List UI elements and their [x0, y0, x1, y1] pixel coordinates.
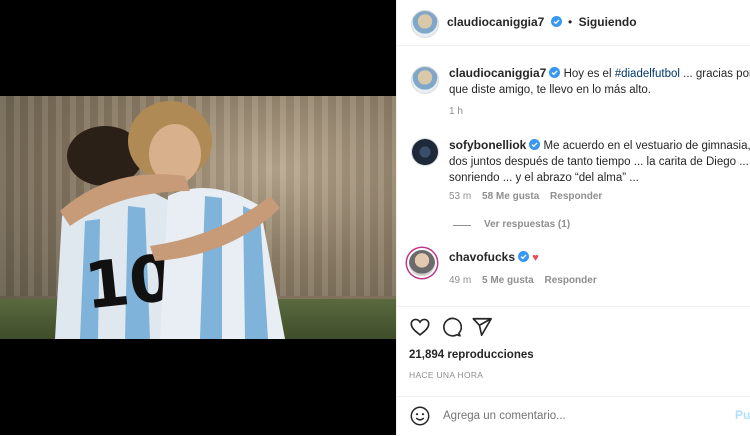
comment-likes[interactable]: 58 Me gusta [482, 191, 539, 202]
commenter-avatar-story[interactable] [409, 250, 435, 276]
verified-icon [549, 67, 561, 78]
hashtag-link[interactable]: #diadelfutbol [615, 68, 680, 80]
embracing-players-image: 10 [55, 101, 285, 339]
following-button[interactable]: Siguiendo [579, 15, 637, 29]
verified-icon [518, 251, 530, 262]
comment-meta: 53 m 58 Me gusta Responder [449, 191, 602, 202]
header-separator: • [568, 15, 573, 29]
red-heart-emoji-icon: ♥ [532, 252, 539, 264]
post-header: claudiocaniggia7 • Siguiendo [397, 0, 750, 46]
comment-likes[interactable]: 5 Me gusta [482, 275, 534, 286]
author-avatar[interactable] [411, 10, 439, 38]
post-timestamp[interactable]: HACE UNA HORA [409, 370, 483, 380]
commenter-avatar[interactable] [411, 138, 439, 166]
verified-icon [550, 16, 562, 27]
comment-text: chavofucks ♥ [449, 249, 750, 266]
caption-line2: que diste amigo, te llevo en lo más alto… [449, 84, 652, 96]
comment-line-2: dos juntos después de tanto tiempo ... l… [449, 156, 749, 168]
share-icon[interactable] [471, 316, 493, 338]
add-comment-bar: Publicar [397, 396, 750, 436]
comment-username[interactable]: sofybonelliok [449, 138, 526, 152]
comment-line-1: Me acuerdo en el vestuario de gimnasia, … [543, 140, 750, 152]
comment-input[interactable] [441, 406, 695, 426]
post-details-panel: claudiocaniggia7 • Siguiendo claudiocani… [396, 0, 750, 435]
comment-time[interactable]: 53 m [449, 191, 471, 202]
comment-text: sofybonelliok Me acuerdo en el vestuario… [449, 137, 750, 186]
caption-body: Hoy es el [563, 68, 615, 80]
caption-time[interactable]: 1 h [449, 106, 463, 117]
comment-username[interactable]: chavofucks [449, 250, 515, 264]
reply-button[interactable]: Responder [550, 191, 602, 202]
post-photo[interactable]: 10 [0, 96, 396, 339]
caption-avatar[interactable] [411, 66, 439, 94]
emoji-icon[interactable] [409, 405, 431, 427]
divider [397, 306, 750, 307]
verified-icon [529, 139, 541, 150]
caption-username[interactable]: claudiocaniggia7 [449, 66, 546, 80]
replies-line [453, 225, 471, 226]
heart-icon[interactable] [409, 316, 431, 338]
views-count[interactable]: 21,894 reproducciones [409, 349, 534, 361]
comment-line-3: sonriendo ... y el abrazo “del alma” ... [449, 172, 639, 184]
caption-text: claudiocaniggia7 Hoy es el #diadelfutbol… [449, 65, 750, 98]
caption-body-cont: ... gracias por todo [683, 68, 750, 80]
comment-icon[interactable] [440, 316, 462, 338]
author-username[interactable]: claudiocaniggia7 [447, 15, 544, 29]
post-media[interactable]: 10 [0, 0, 396, 435]
view-replies-button[interactable]: Ver respuestas (1) [484, 219, 570, 230]
publish-button[interactable]: Publicar [735, 408, 750, 422]
comment-time[interactable]: 49 m [449, 275, 471, 286]
comment-meta: 49 m 5 Me gusta Responder [449, 275, 597, 286]
reply-button[interactable]: Responder [544, 275, 596, 286]
